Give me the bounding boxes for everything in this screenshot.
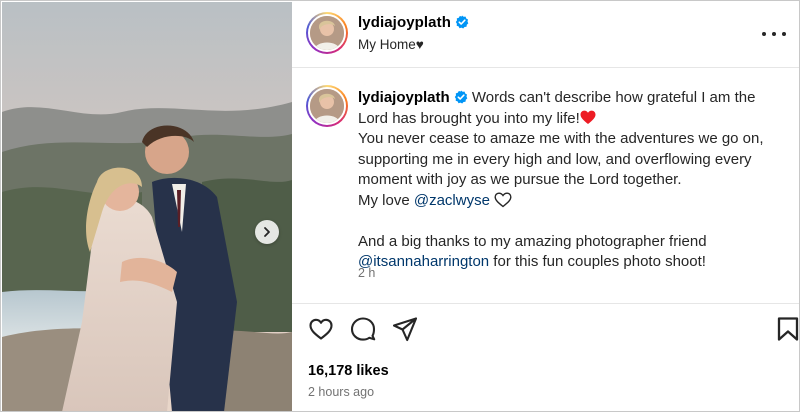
caption-username[interactable]: lydiajoyplath <box>358 89 450 106</box>
post-actions-bar <box>292 305 799 353</box>
caption-avatar[interactable] <box>306 85 348 127</box>
comment-icon <box>350 317 376 341</box>
author-avatar[interactable] <box>306 12 348 54</box>
share-button[interactable] <box>392 316 420 344</box>
post-location[interactable]: My Home♥ <box>358 37 424 52</box>
chevron-right-icon <box>264 227 270 237</box>
post-details-panel: lydiajoyplath My Home♥ lydiajoyplath Wor… <box>292 2 799 411</box>
heart-icon <box>309 318 333 340</box>
white-heart-emoji-icon <box>494 191 512 207</box>
mention-link-zaclwyse[interactable]: @zaclwyse <box>414 192 490 209</box>
red-heart-emoji-icon <box>580 110 596 124</box>
author-username-text[interactable]: lydiajoyplath <box>358 14 451 31</box>
caption-line-4-suffix: for this fun couples photo shoot! <box>489 253 706 270</box>
caption-line-2: You never cease to amaze me with the adv… <box>358 130 764 188</box>
instagram-post-window: lydiajoyplath My Home♥ lydiajoyplath Wor… <box>0 0 800 412</box>
caption-avatar-photo <box>308 87 346 125</box>
author-username[interactable]: lydiajoyplath <box>358 14 469 31</box>
verified-badge-icon <box>455 15 469 29</box>
mention-link-itsannaharrington[interactable]: @itsannaharrington <box>358 253 489 270</box>
more-options-dot <box>772 32 776 36</box>
more-options-button[interactable] <box>762 24 786 44</box>
caption-line-3: My love <box>358 191 414 209</box>
caption-line-4: And a big thanks to my amazing photograp… <box>358 232 707 250</box>
more-options-icon <box>762 32 766 36</box>
caption-timestamp[interactable]: 2 h <box>358 266 375 280</box>
post-photo[interactable] <box>2 2 292 411</box>
caption-section: lydiajoyplath Words can't describe how g… <box>292 69 799 304</box>
bookmark-icon <box>777 317 799 341</box>
likes-count[interactable]: 16,178 likes <box>308 363 389 379</box>
couple-photo-image <box>2 2 292 411</box>
next-photo-button[interactable] <box>255 220 279 244</box>
comment-button[interactable] <box>350 316 378 344</box>
post-timestamp[interactable]: 2 hours ago <box>308 385 374 399</box>
post-header: lydiajoyplath My Home♥ <box>292 2 799 68</box>
verified-badge-icon <box>454 90 467 104</box>
author-avatar-photo <box>308 14 346 52</box>
like-button[interactable] <box>308 316 336 344</box>
share-icon <box>392 317 418 342</box>
more-options-dot <box>782 32 786 36</box>
save-button[interactable] <box>776 316 799 344</box>
post-caption: lydiajoyplath Words can't describe how g… <box>358 88 788 273</box>
